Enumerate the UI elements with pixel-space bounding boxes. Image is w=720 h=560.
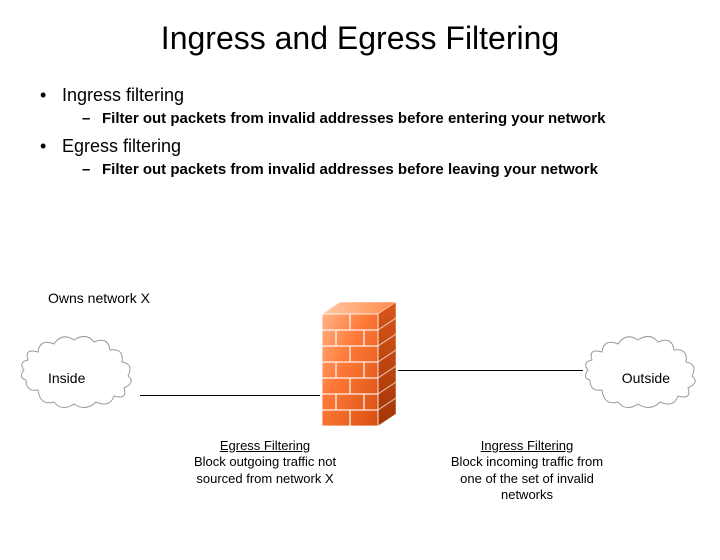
- bullet-egress: Egress filtering: [40, 136, 680, 157]
- firewall-icon: [320, 300, 400, 430]
- ingress-line2: one of the set of invalid: [460, 471, 594, 486]
- ingress-heading: Ingress Filtering: [481, 438, 573, 453]
- network-diagram: Owns network X Inside Outside: [0, 290, 720, 560]
- ingress-caption: Ingress Filtering Block incoming traffic…: [432, 438, 622, 503]
- subbullet-egress: Filter out packets from invalid addresse…: [82, 161, 680, 179]
- outside-label: Outside: [622, 370, 670, 386]
- ingress-line3: networks: [501, 487, 553, 502]
- connection-line-right: [398, 370, 583, 371]
- slide-title: Ingress and Egress Filtering: [0, 20, 720, 57]
- owns-network-label: Owns network X: [48, 290, 150, 306]
- egress-heading: Egress Filtering: [220, 438, 310, 453]
- bullet-list: Ingress filtering Filter out packets fro…: [0, 85, 720, 179]
- egress-line1: Block outgoing traffic not: [194, 454, 336, 469]
- subbullet-ingress: Filter out packets from invalid addresse…: [82, 110, 680, 128]
- egress-caption: Egress Filtering Block outgoing traffic …: [170, 438, 360, 487]
- egress-line2: sourced from network X: [196, 471, 333, 486]
- connection-line-left: [140, 395, 320, 396]
- bullet-ingress: Ingress filtering: [40, 85, 680, 106]
- inside-label: Inside: [48, 370, 85, 386]
- ingress-line1: Block incoming traffic from: [451, 454, 603, 469]
